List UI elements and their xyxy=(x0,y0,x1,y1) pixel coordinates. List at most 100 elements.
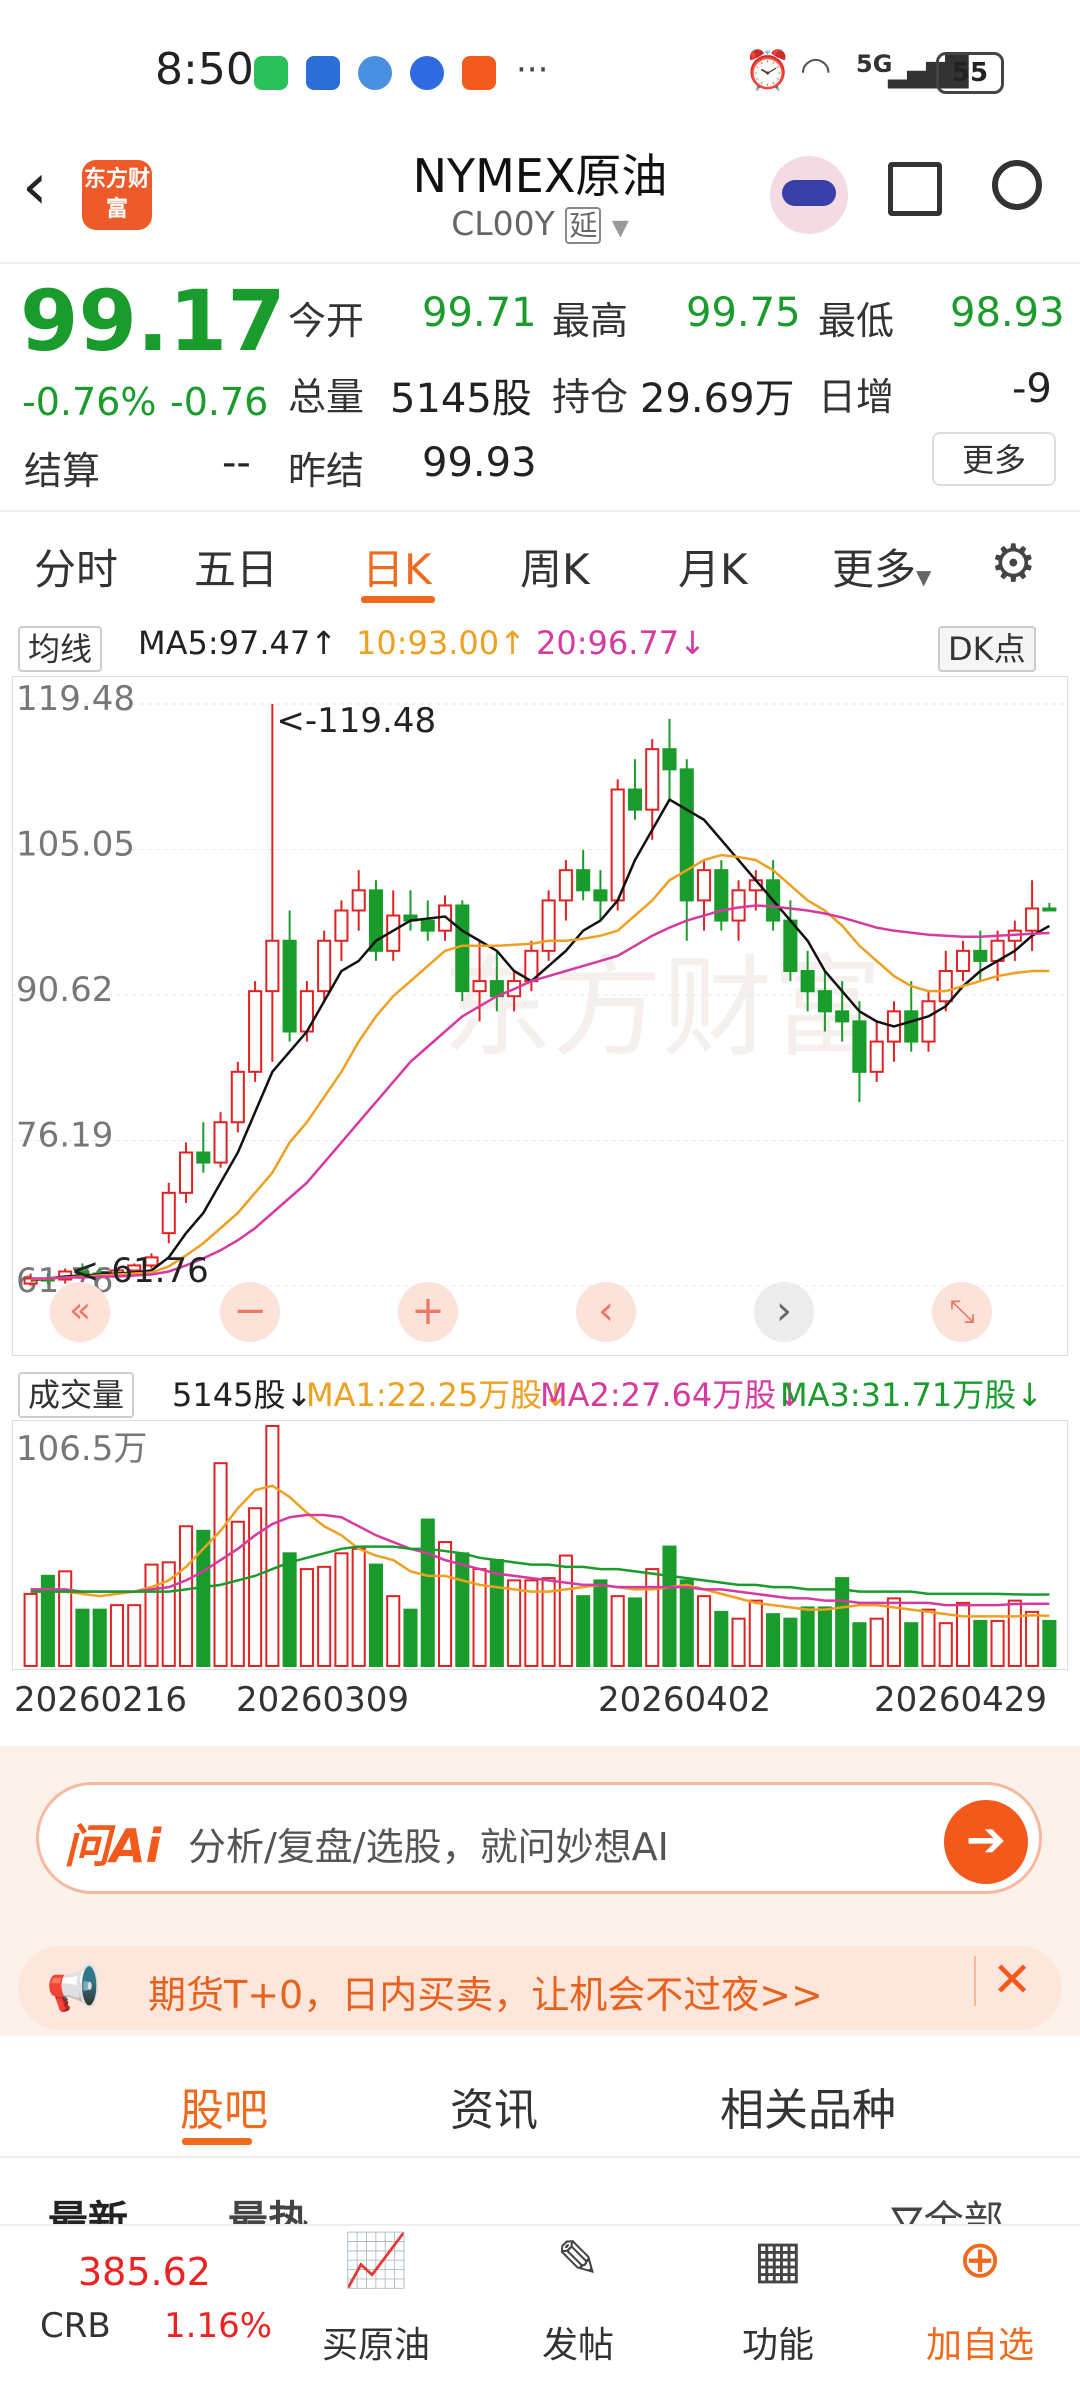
buy-chart-icon: 📈 xyxy=(343,2231,409,2291)
candle-body xyxy=(662,748,677,771)
arrow-right-icon[interactable]: ➔ xyxy=(944,1800,1028,1884)
volume-bar xyxy=(921,1608,936,1667)
browser-icon xyxy=(358,56,392,90)
volume-bar xyxy=(386,1595,401,1667)
candle-body xyxy=(817,990,832,1013)
daily-inc-label: 日增 xyxy=(818,375,895,419)
vol-ma1: MA1:22.25万股↓ xyxy=(306,1376,570,1414)
candle-body xyxy=(541,899,556,952)
volume-bar xyxy=(196,1529,211,1668)
volume-selector[interactable]: 成交量 xyxy=(18,1370,135,1418)
candle-body xyxy=(731,889,746,922)
volume-bar xyxy=(58,1570,73,1667)
chart-scroll-left-icon[interactable]: « xyxy=(50,1282,110,1342)
prev-settle-label: 昨结 xyxy=(288,449,365,493)
close-icon[interactable]: ✕ xyxy=(992,1952,1032,2008)
candle-body xyxy=(558,869,573,902)
edit-post-icon: ✎ xyxy=(556,2230,600,2290)
volume-max-label: 106.5万 xyxy=(16,1429,147,1469)
battery-icon: 55 xyxy=(936,52,1004,94)
volume-value: 5145股 xyxy=(390,376,532,422)
active-tab-indicator xyxy=(361,596,435,603)
ai-assistant-avatar[interactable] xyxy=(770,156,848,234)
nav-post[interactable]: 发帖 xyxy=(498,2316,658,2368)
ma-selector-label: 均线 xyxy=(18,626,103,672)
contract-code: CL00Y xyxy=(451,204,555,243)
volume-bar xyxy=(334,1552,349,1667)
nav-buy-oil[interactable]: 买原油 xyxy=(296,2316,456,2368)
volume-bar xyxy=(92,1608,107,1667)
candle-body xyxy=(921,1000,936,1043)
tab-more-label: 更多 xyxy=(832,545,917,594)
dk-point-label: DK点 xyxy=(938,626,1036,672)
volume-bar xyxy=(679,1579,694,1667)
candle-body xyxy=(696,869,712,902)
tab-news[interactable]: 资讯 xyxy=(450,2074,538,2138)
volume-chart[interactable]: 106.5万 xyxy=(12,1420,1068,1670)
volume-current: 5145股↓ xyxy=(172,1376,313,1414)
volume-bar xyxy=(1042,1619,1057,1668)
nav-add-watchlist[interactable]: 加自选 xyxy=(900,2316,1060,2368)
prev-settle-value: 99.93 xyxy=(422,440,537,486)
candlestick-chart[interactable]: 东方财富 119.48105.0590.6276.1961.76 <-119.4… xyxy=(12,676,1068,1356)
candle-body xyxy=(282,939,297,1033)
fullscreen-icon[interactable]: ⤡ xyxy=(932,1282,992,1342)
volume-bar xyxy=(766,1613,781,1668)
candle-body xyxy=(973,949,988,962)
candle-body xyxy=(196,1151,211,1164)
share-icon[interactable] xyxy=(888,162,942,216)
function-grid-icon: ▦ xyxy=(753,2230,803,2290)
settings-gear-icon[interactable]: ⚙ xyxy=(990,534,1037,594)
volume-bar xyxy=(696,1595,712,1667)
more-quote-button[interactable]: 更多 xyxy=(932,432,1056,486)
daily-inc-value: -9 xyxy=(1012,366,1052,412)
date-label: 20260309 xyxy=(236,1680,410,1720)
change-percent: -0.76% xyxy=(22,380,157,424)
volume-bar xyxy=(420,1518,435,1667)
volume-bar xyxy=(835,1577,850,1667)
vol-ma2: MA2:27.64万股↓ xyxy=(540,1376,804,1414)
date-label: 20260216 xyxy=(14,1680,188,1720)
notification-app-icon xyxy=(306,56,340,90)
tab-intraday[interactable]: 分时 xyxy=(34,536,118,597)
tab-five-day[interactable]: 五日 xyxy=(194,536,278,597)
nav-function[interactable]: 功能 xyxy=(698,2316,858,2368)
candle-body xyxy=(230,1070,245,1124)
zoom-in-icon[interactable]: + xyxy=(398,1282,458,1342)
candle-body xyxy=(213,1121,228,1164)
tab-more[interactable]: 更多▼ xyxy=(832,536,931,597)
low-value: 98.93 xyxy=(950,290,1065,336)
tab-related[interactable]: 相关品种 xyxy=(720,2074,896,2138)
candle-body xyxy=(783,919,798,973)
ma-selector[interactable]: 均线 xyxy=(18,624,103,672)
chart-prev-icon[interactable]: ‹ xyxy=(576,1282,636,1342)
volume-bar xyxy=(282,1552,297,1667)
search-icon[interactable] xyxy=(992,160,1042,210)
chart-next-icon[interactable]: › xyxy=(754,1282,814,1342)
zoom-out-icon[interactable]: − xyxy=(220,1282,280,1342)
volume-bar xyxy=(990,1619,1005,1668)
candle-body xyxy=(955,949,971,973)
tab-monthly-k[interactable]: 月K xyxy=(678,536,748,597)
tab-daily-k[interactable]: 日K xyxy=(362,536,432,597)
chevron-down-icon: ▼ xyxy=(916,565,932,589)
promo-text: 期货T+0，日内买卖，让机会不过夜>> xyxy=(148,1973,823,2017)
candle-body xyxy=(800,970,815,993)
crb-label[interactable]: CRB xyxy=(40,2306,111,2346)
tab-weekly-k[interactable]: 周K xyxy=(520,536,590,597)
volume-bar xyxy=(938,1622,953,1668)
divider xyxy=(0,510,1080,512)
volume-bar xyxy=(75,1608,90,1667)
candle-body xyxy=(938,970,953,1003)
last-price: 99.17 xyxy=(20,272,286,370)
message-app-icon xyxy=(410,56,444,90)
dk-point-button[interactable]: DK点 xyxy=(938,624,1036,672)
candle-body xyxy=(869,1040,884,1073)
volume-bar xyxy=(299,1568,314,1667)
candle-body xyxy=(904,1010,919,1043)
high-value: 99.75 xyxy=(686,290,801,336)
tab-forum[interactable]: 股吧 xyxy=(180,2074,268,2138)
volume-bar xyxy=(351,1547,366,1667)
divider xyxy=(974,1956,976,2006)
y-tick-label: 76.19 xyxy=(16,1116,113,1156)
